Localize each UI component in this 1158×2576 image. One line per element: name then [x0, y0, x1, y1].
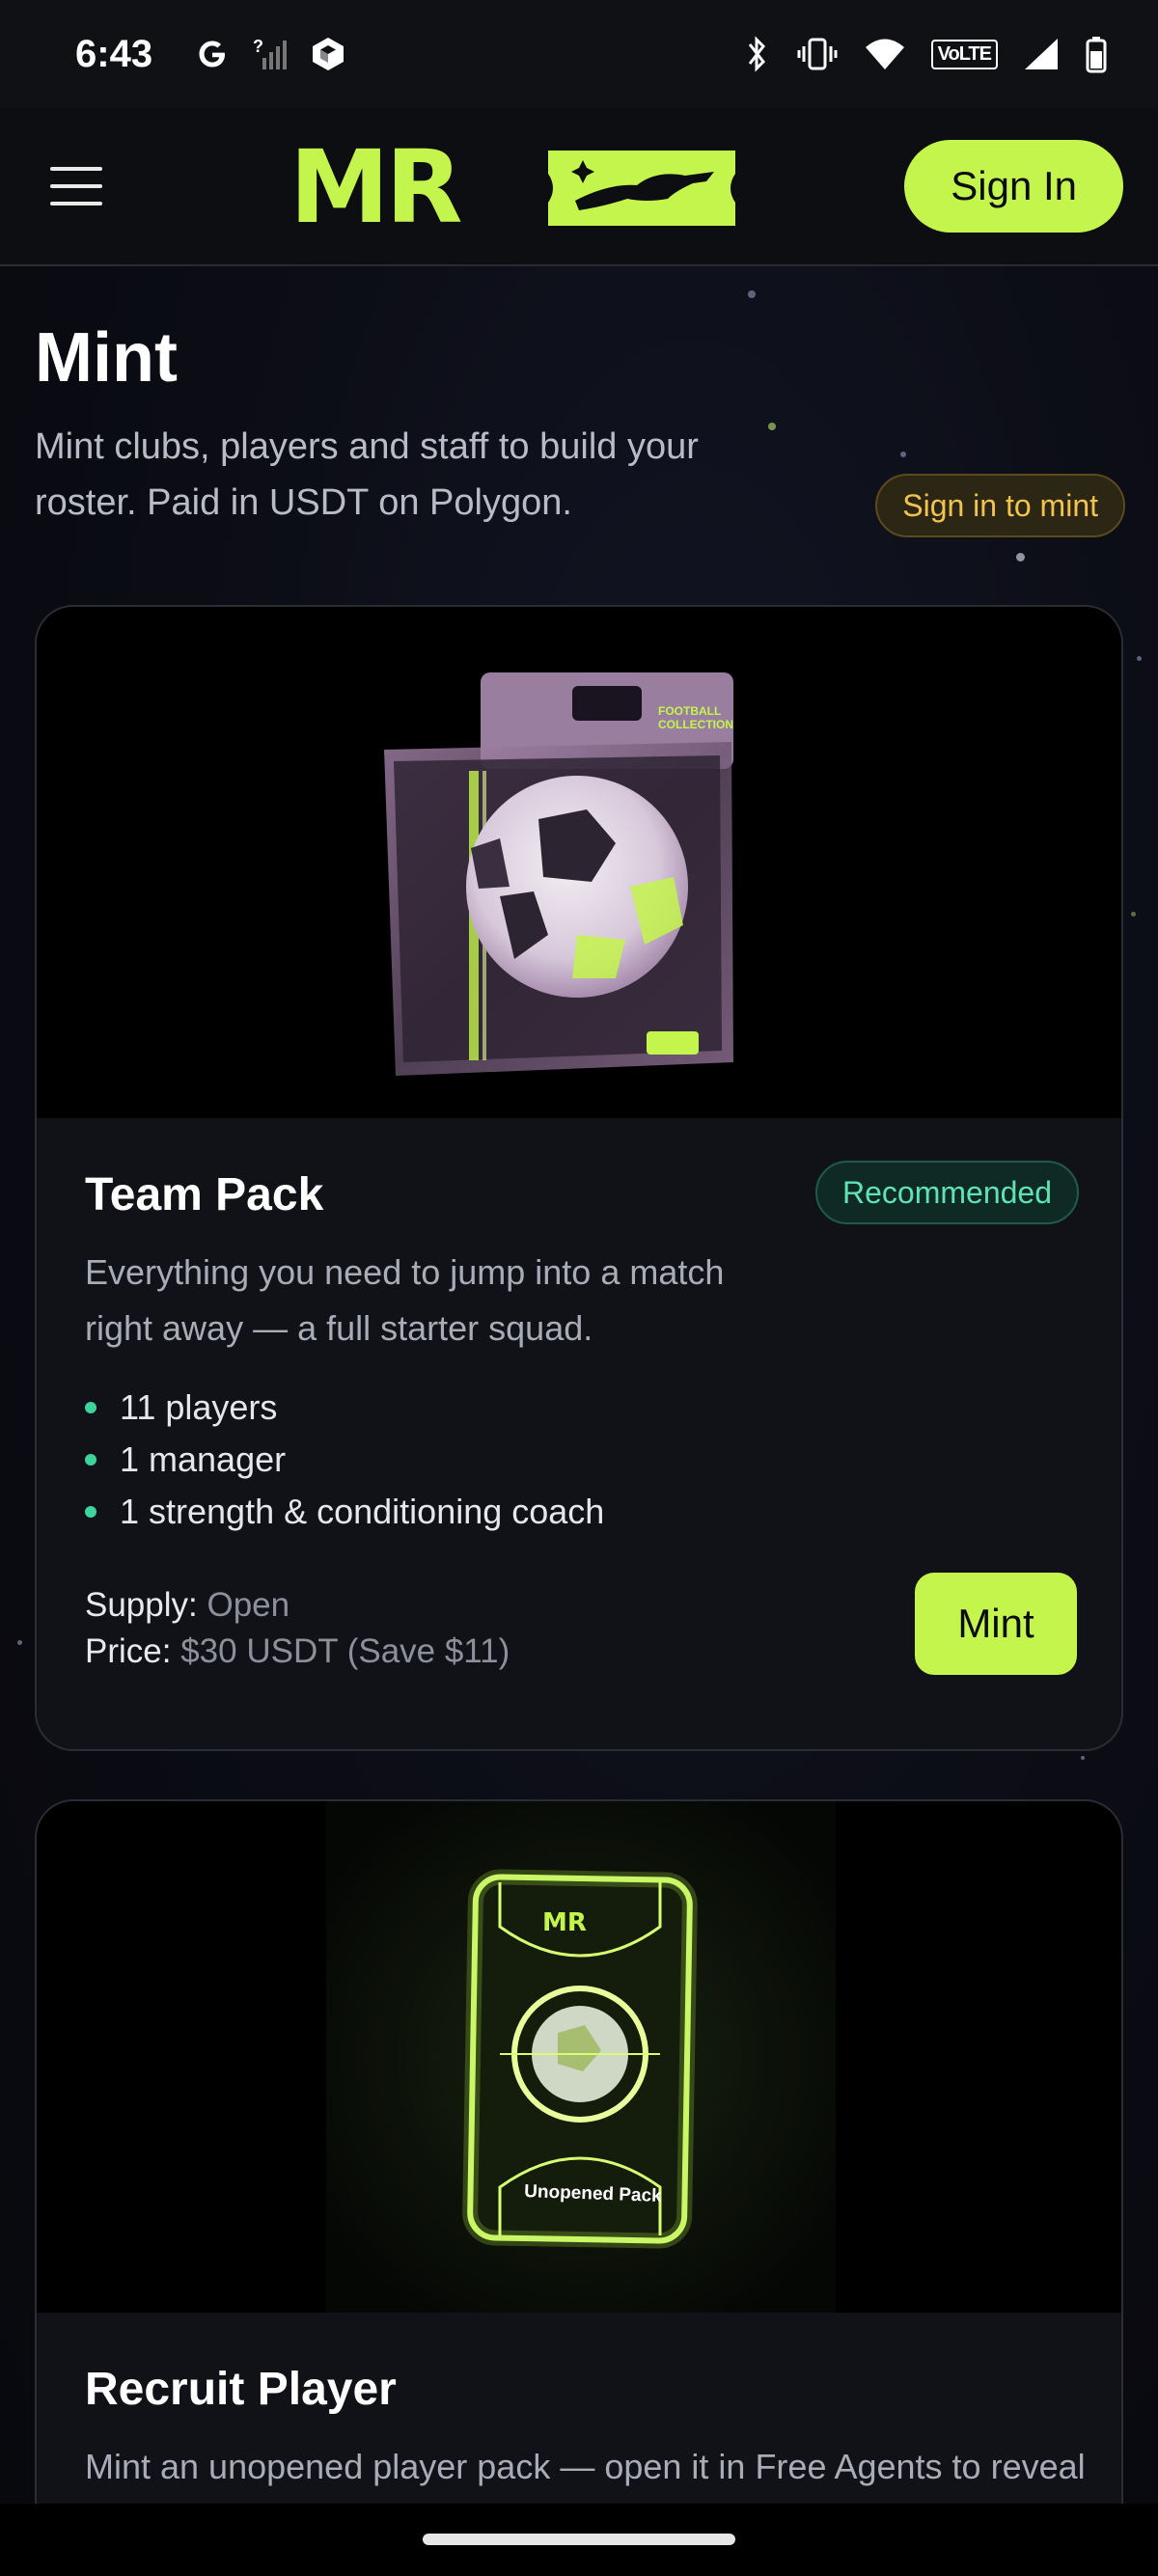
hamburger-menu-icon[interactable] — [50, 167, 102, 206]
media-label: FOOTBALL — [658, 704, 721, 718]
logo-text: MR — [290, 143, 460, 233]
price-label: Price: — [85, 1632, 172, 1670]
team-pack-card: FOOTBALL COLLECTION Team Pack Recommende… — [35, 605, 1123, 1751]
no-signal-icon: ? — [251, 35, 290, 73]
battery-icon — [1085, 35, 1108, 73]
bullet-icon — [85, 1402, 96, 1413]
wifi-icon — [864, 35, 906, 73]
sign-in-button[interactable]: Sign In — [904, 140, 1123, 233]
card-description: Everything you need to jump into a match… — [85, 1252, 725, 1348]
sign-in-to-mint-badge[interactable]: Sign in to mint — [875, 474, 1125, 537]
star-dot — [17, 1640, 22, 1645]
cell-signal-icon — [1023, 35, 1060, 73]
recommended-badge: Recommended — [815, 1161, 1079, 1224]
google-icon — [193, 35, 232, 73]
team-pack-image: FOOTBALL COLLECTION — [37, 607, 1121, 1118]
home-gesture-handle[interactable] — [423, 2534, 735, 2545]
star-dot — [1137, 656, 1142, 661]
supply-label: Supply: — [85, 1586, 198, 1624]
vibrate-icon — [796, 35, 839, 73]
feature-text: 1 manager — [120, 1439, 287, 1479]
star-dot — [748, 290, 756, 298]
svg-text:?: ? — [253, 37, 263, 56]
feature-item: 1 manager — [85, 1434, 1075, 1486]
brand-logo[interactable]: MR — [290, 128, 745, 246]
cube-app-icon — [309, 35, 347, 73]
supply-value: Open — [207, 1586, 290, 1624]
bullet-icon — [85, 1506, 96, 1518]
volte-icon: VoLTE — [930, 39, 998, 69]
bluetooth-icon — [742, 35, 771, 73]
page-title: Mint — [35, 319, 178, 397]
feature-text: 11 players — [120, 1387, 278, 1427]
feature-item: 1 strength & conditioning coach — [85, 1486, 1075, 1538]
status-bar: 6:43 ? VoLTE — [0, 0, 1158, 108]
star-dot — [900, 452, 906, 457]
app-header: MR Sign In — [0, 108, 1158, 266]
media-label: COLLECTION — [658, 718, 733, 731]
feature-text: 1 strength & conditioning coach — [120, 1492, 605, 1531]
bullet-icon — [85, 1454, 96, 1466]
star-dot — [1131, 912, 1136, 917]
card-title: Recruit Player — [85, 2364, 397, 2415]
recruit-player-card: MR Unopened Pack Recruit Player Mint an … — [35, 1799, 1123, 2571]
price-value: $30 USDT (Save $11) — [180, 1632, 510, 1670]
feature-list: 11 players 1 manager 1 strength & condit… — [85, 1382, 1075, 1538]
star-dot — [1081, 1756, 1085, 1760]
recruit-player-image: MR Unopened Pack — [37, 1801, 1121, 2313]
logo-text: MR — [542, 1908, 587, 1937]
feature-item: 11 players — [85, 1382, 1075, 1434]
status-time: 6:43 — [75, 32, 153, 75]
star-dot — [1016, 553, 1025, 562]
card-description: Mint an unopened player pack — open it i… — [85, 2447, 1086, 2486]
page-subtitle: Mint clubs, players and staff to build y… — [35, 426, 699, 523]
team-pack-body: Team Pack Recommended Everything you nee… — [37, 1118, 1121, 1721]
mint-button[interactable]: Mint — [915, 1573, 1077, 1675]
